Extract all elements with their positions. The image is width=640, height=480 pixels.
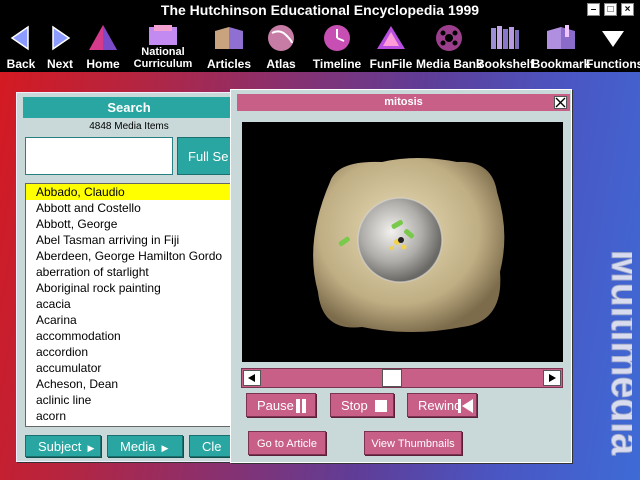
stop-label: Stop: [341, 398, 368, 413]
media-button[interactable]: Media ▶: [107, 435, 183, 457]
pause-button[interactable]: Pause: [246, 393, 316, 417]
bookmark-label: Bookmark: [531, 57, 591, 71]
list-item[interactable]: Abbott, George: [26, 216, 234, 232]
pause-icon: [296, 399, 306, 413]
list-item[interactable]: acorn: [26, 408, 234, 424]
timeline-label: Timeline: [312, 57, 362, 71]
list-item[interactable]: Acheson, Dean: [26, 376, 234, 392]
list-item[interactable]: Abbado, Claudio: [26, 184, 234, 200]
rewind-icon: [458, 399, 473, 413]
home-pyramid-icon: [89, 25, 117, 50]
rewind-label: Rewind: [418, 398, 462, 413]
articles-label: Articles: [206, 57, 252, 71]
player-title-bar[interactable]: mitosis: [237, 94, 570, 111]
search-panel: Search 4848 Media Items Full Se Abbado, …: [16, 92, 235, 462]
list-item[interactable]: Abbott and Costello: [26, 200, 234, 216]
view-thumbnails-button[interactable]: View Thumbnails: [364, 431, 462, 455]
stop-button[interactable]: Stop: [330, 393, 394, 417]
articles-book-icon: [215, 27, 243, 49]
curriculum-icon: [149, 25, 177, 45]
next-arrow-icon: [52, 25, 71, 51]
bookshelf-label: Bookshelf: [476, 57, 535, 71]
scrubber-thumb[interactable]: [382, 369, 402, 387]
media-label: Media: [120, 439, 156, 454]
curriculum-label-line2: Curriculum: [133, 58, 193, 70]
search-input[interactable]: [25, 137, 173, 175]
list-item[interactable]: acacia: [26, 296, 234, 312]
functions-down-arrow-icon: [602, 31, 624, 47]
timeline-button[interactable]: Timeline: [313, 20, 361, 72]
result-list[interactable]: Abbado, Claudio Abbott and Costello Abbo…: [25, 183, 235, 427]
list-item[interactable]: Aboriginal rock painting: [26, 280, 234, 296]
list-item[interactable]: aberration of starlight: [26, 264, 234, 280]
minimize-button[interactable]: –: [587, 3, 600, 16]
media-player-window: mitosis Pause Stop Rewind Go to Article …: [230, 89, 572, 463]
bookmark-book-icon: [547, 25, 575, 49]
bookshelf-icon: [491, 26, 519, 49]
stop-icon: [375, 400, 387, 412]
functions-label: Functions: [586, 57, 640, 71]
subject-arrow-icon: ▶: [85, 443, 95, 453]
go-to-article-button[interactable]: Go to Article: [248, 431, 326, 455]
bookmark-button[interactable]: Bookmark: [532, 20, 590, 72]
multimedia-text: Multimedia: [602, 250, 632, 455]
subject-button[interactable]: Subject ▶: [25, 435, 101, 457]
funfile-label: FunFile: [369, 57, 413, 71]
subject-label: Subject: [38, 439, 82, 454]
media-reel-icon: [436, 25, 462, 51]
bookshelf-button[interactable]: Bookshelf: [476, 20, 534, 72]
video-frame[interactable]: [242, 122, 563, 362]
atlas-label: Atlas: [266, 57, 296, 71]
title-bar: The Hutchinson Educational Encyclopedia …: [0, 0, 640, 20]
functions-button[interactable]: Functions: [586, 20, 640, 72]
full-search-button[interactable]: Full Se: [177, 137, 235, 175]
national-curriculum-button[interactable]: National Curriculum: [134, 20, 192, 72]
media-bank-label: Media Bank: [416, 57, 483, 71]
main-toolbar: Back Next Home National Curriculum Artic…: [0, 20, 640, 72]
home-button[interactable]: Home: [84, 20, 122, 72]
back-button[interactable]: Back: [4, 20, 38, 72]
list-item[interactable]: Acarina: [26, 312, 234, 328]
player-title: mitosis: [384, 96, 423, 108]
media-count: 4848 Media Items: [89, 121, 169, 132]
list-item[interactable]: accordion: [26, 344, 234, 360]
curriculum-label-line1: National: [141, 46, 185, 58]
player-close-button[interactable]: [554, 96, 567, 109]
media-arrow-icon: ▶: [159, 443, 169, 453]
list-item[interactable]: Aberdeen, George Hamilton Gordo: [26, 248, 234, 264]
timeline-clock-icon: [324, 25, 350, 51]
pause-label: Pause: [257, 398, 294, 413]
next-label: Next: [46, 57, 73, 71]
list-item[interactable]: aclinic line: [26, 392, 234, 408]
rewind-button[interactable]: Rewind: [407, 393, 477, 417]
scrub-right-button[interactable]: [543, 370, 561, 386]
articles-button[interactable]: Articles: [206, 20, 252, 72]
close-icon: [555, 97, 566, 108]
app-title: The Hutchinson Educational Encyclopedia …: [160, 2, 480, 18]
clear-label: Cle: [202, 439, 222, 454]
funfile-button[interactable]: FunFile: [370, 20, 412, 72]
search-header: Search: [23, 97, 235, 118]
list-item[interactable]: Abel Tasman arriving in Fiji: [26, 232, 234, 248]
atlas-globe-icon: [268, 25, 294, 51]
media-bank-button[interactable]: Media Bank: [416, 20, 483, 72]
home-label: Home: [86, 57, 120, 71]
funfile-icon: [377, 26, 405, 49]
close-window-button[interactable]: ×: [621, 3, 634, 16]
next-button[interactable]: Next: [42, 20, 78, 72]
scrub-left-button[interactable]: [243, 370, 261, 386]
right-triangle-icon: [549, 374, 556, 382]
mitosis-cell-image: [313, 158, 505, 332]
list-item[interactable]: accumulator: [26, 360, 234, 376]
back-arrow-icon: [10, 25, 29, 51]
atlas-button[interactable]: Atlas: [262, 20, 300, 72]
clear-button[interactable]: Cle: [189, 435, 235, 457]
maximize-button[interactable]: □: [604, 3, 617, 16]
playback-scrubber[interactable]: [241, 368, 563, 388]
list-item[interactable]: accommodation: [26, 328, 234, 344]
left-triangle-icon: [248, 374, 255, 382]
